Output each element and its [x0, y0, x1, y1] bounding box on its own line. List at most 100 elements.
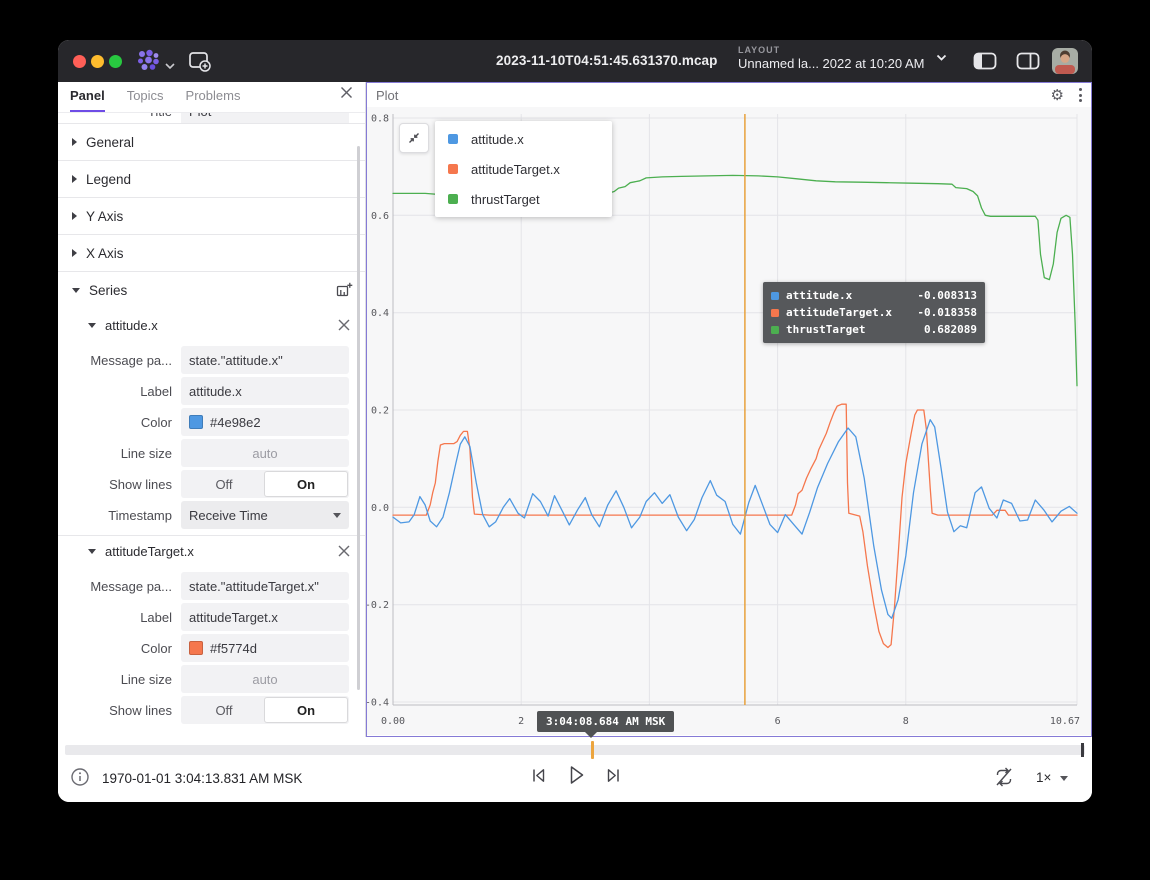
field-color: Color #f5774d — [58, 634, 365, 662]
field-show-lines: Show lines Off On — [58, 696, 365, 724]
tab-panel[interactable]: Panel — [70, 88, 105, 112]
seek-forward-button[interactable] — [604, 766, 622, 790]
color-hex: #f5774d — [210, 641, 257, 656]
title-field-input[interactable]: Plot — [181, 113, 349, 123]
tooltip-swatch — [771, 292, 779, 300]
speed-caret-icon[interactable] — [1060, 776, 1068, 781]
play-button[interactable] — [566, 763, 588, 792]
remove-series-icon[interactable] — [337, 544, 351, 558]
tab-topics[interactable]: Topics — [127, 88, 164, 112]
x-tick-label: 2 — [518, 716, 524, 727]
show-lines-toggle[interactable]: Off On — [181, 470, 349, 498]
message-path-input[interactable]: state."attitudeTarget.x" — [181, 572, 349, 600]
section-label: Legend — [86, 172, 131, 187]
legend-item-attitude-target-x[interactable]: attitudeTarget.x — [435, 154, 612, 184]
layout-switcher[interactable]: LAYOUT Unnamed la... 2022 at 10:20 AM — [738, 45, 947, 71]
app-window: 2023-11-10T04:51:45.631370.mcap LAYOUT U… — [58, 40, 1092, 802]
series-title: attitude.x — [105, 318, 158, 333]
legend-swatch — [448, 194, 458, 204]
caret-down-icon — [72, 288, 80, 293]
chevron-down-icon — [936, 54, 947, 62]
legend-label: attitudeTarget.x — [471, 162, 560, 177]
section-label: Y Axis — [86, 209, 123, 224]
color-swatch[interactable] — [189, 641, 203, 655]
tooltip-row: thrustTarget 0.682089 — [771, 321, 977, 338]
collapse-legend-button[interactable] — [399, 123, 429, 153]
label-input[interactable]: attitude.x — [181, 377, 349, 405]
field-label: Message pa... — [58, 353, 181, 368]
x-tick-label: 6 — [775, 716, 781, 727]
user-avatar[interactable] — [1052, 48, 1078, 74]
left-sidebar-toggle-icon[interactable] — [973, 52, 997, 70]
field-label: Show lines — [58, 477, 181, 492]
series-header-attitude-target-x[interactable]: attitudeTarget.x — [58, 536, 365, 566]
seek-backward-button[interactable] — [530, 766, 548, 790]
title-field-label: Title — [58, 113, 181, 119]
add-panel-icon[interactable] — [188, 51, 212, 71]
x-tick-label: 0.00 — [381, 716, 405, 727]
legend-label: attitude.x — [471, 132, 524, 147]
remove-series-icon[interactable] — [337, 318, 351, 332]
show-lines-toggle[interactable]: Off On — [181, 696, 349, 724]
series-header-attitude-x[interactable]: attitude.x — [58, 310, 365, 340]
gear-icon[interactable]: ⚙ — [1051, 88, 1064, 103]
label-input[interactable]: attitudeTarget.x — [181, 603, 349, 631]
playback-speed[interactable]: 1× — [1036, 770, 1051, 785]
tooltip-swatch — [771, 326, 779, 334]
caret-right-icon — [72, 249, 77, 257]
app-menu-chevron-icon[interactable] — [165, 57, 175, 75]
field-line-size: Line size auto — [58, 439, 365, 467]
color-hex: #4e98e2 — [210, 415, 261, 430]
toggle-on[interactable]: On — [265, 698, 347, 722]
tooltip-series-name: attitudeTarget.x — [786, 306, 892, 319]
color-swatch[interactable] — [189, 415, 203, 429]
legend-swatch — [448, 134, 458, 144]
more-menu-icon[interactable] — [1079, 88, 1082, 102]
legend-item-thrust-target[interactable]: thrustTarget — [435, 184, 612, 214]
titlebar: 2023-11-10T04:51:45.631370.mcap LAYOUT U… — [58, 40, 1092, 82]
section-label: X Axis — [86, 246, 124, 261]
traffic-light-zoom[interactable] — [109, 55, 122, 68]
seek-track[interactable] — [65, 745, 1085, 755]
tab-problems[interactable]: Problems — [186, 88, 241, 112]
playback-controls: 1970-01-01 3:04:13.831 AM MSK — [58, 755, 1092, 802]
add-series-icon[interactable] — [335, 281, 353, 299]
timestamp-select[interactable]: Receive Time — [181, 501, 349, 529]
section-x-axis[interactable]: X Axis — [58, 234, 365, 271]
tooltip-series-value: 0.682089 — [924, 323, 977, 336]
color-input[interactable]: #f5774d — [181, 634, 349, 662]
layout-label: LAYOUT — [738, 45, 924, 55]
field-label: Show lines — [58, 703, 181, 718]
traffic-light-minimize[interactable] — [91, 55, 104, 68]
field-label: Label — [58, 610, 181, 625]
field-message-path: Message pa... state."attitudeTarget.x" — [58, 572, 365, 600]
right-sidebar-toggle-icon[interactable] — [1016, 52, 1040, 70]
legend-item-attitude-x[interactable]: attitude.x — [435, 124, 612, 154]
repeat-off-icon[interactable] — [993, 766, 1015, 788]
toggle-on[interactable]: On — [265, 472, 347, 496]
line-size-input[interactable]: auto — [181, 439, 349, 467]
line-size-input[interactable]: auto — [181, 665, 349, 693]
toggle-off[interactable]: Off — [183, 698, 265, 722]
info-icon[interactable] — [70, 767, 90, 787]
color-input[interactable]: #4e98e2 — [181, 408, 349, 436]
field-label: Line size — [58, 672, 181, 687]
section-series[interactable]: Series — [58, 271, 365, 308]
field-label: Message pa... — [58, 579, 181, 594]
field-show-lines: Show lines Off On — [58, 470, 365, 498]
toggle-off[interactable]: Off — [183, 472, 265, 496]
y-tick-label: 0.4 — [371, 308, 389, 319]
section-y-axis[interactable]: Y Axis — [58, 197, 365, 234]
playback-bar: 1970-01-01 3:04:13.831 AM MSK — [58, 737, 1092, 802]
caret-down-icon — [88, 549, 96, 554]
tooltip-swatch — [771, 309, 779, 317]
main-content: Panel Topics Problems Title Plot General — [58, 82, 1092, 737]
sidebar-scrollbar[interactable] — [357, 146, 360, 690]
message-path-input[interactable]: state."attitude.x" — [181, 346, 349, 374]
foxglove-logo-icon[interactable] — [136, 49, 160, 73]
section-legend[interactable]: Legend — [58, 160, 365, 197]
close-sidebar-icon[interactable] — [340, 86, 353, 112]
section-general[interactable]: General — [58, 123, 365, 160]
y-tick-label: 0.0 — [371, 503, 389, 514]
traffic-light-close[interactable] — [73, 55, 86, 68]
